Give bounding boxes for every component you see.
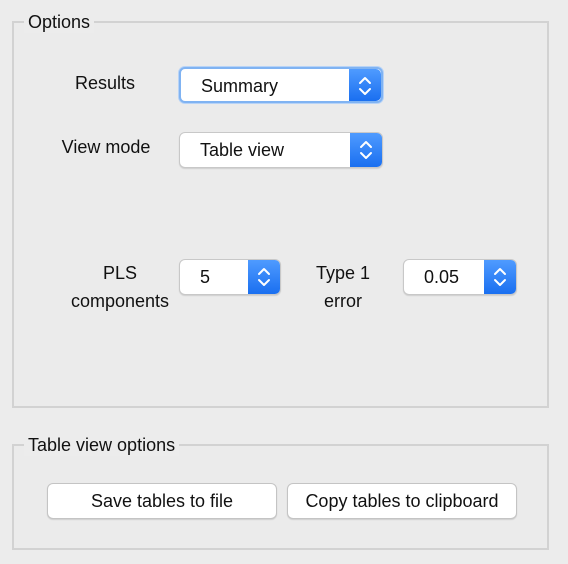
view-mode-popup[interactable]: Table view [179, 132, 383, 168]
pls-components-label-line1: PLS [102, 263, 138, 283]
pls-components-label-line2: components [70, 291, 170, 311]
results-popup-value: Summary [201, 76, 279, 96]
chevron-up-down-icon [360, 141, 372, 159]
results-label: Results [74, 73, 136, 93]
view-mode-popup-value: Table view [200, 140, 285, 160]
chevron-up-down-icon [359, 77, 371, 95]
view-mode-popup-stepper[interactable] [350, 133, 382, 167]
options-panel-title: Options [24, 11, 95, 33]
type1-error-label: Type 1 error [298, 261, 388, 313]
type1-error-label-line1: Type 1 [315, 263, 371, 283]
chevron-up-down-icon [494, 268, 506, 286]
table-view-options-title: Table view options [24, 434, 180, 456]
pls-components-popup-value: 5 [200, 267, 211, 287]
type1-error-popup[interactable]: 0.05 [403, 259, 517, 295]
chevron-up-down-icon [258, 268, 270, 286]
type1-error-label-line2: error [323, 291, 362, 311]
results-popup-stepper[interactable] [349, 69, 381, 101]
pls-components-label: PLS components [60, 261, 180, 313]
copy-tables-button[interactable]: Copy tables to clipboard [287, 483, 517, 519]
type1-error-popup-value: 0.05 [424, 267, 460, 287]
type1-error-popup-stepper[interactable] [484, 260, 516, 294]
results-popup[interactable]: Summary [179, 67, 383, 103]
pls-components-popup-stepper[interactable] [248, 260, 280, 294]
view-mode-label: View mode [61, 137, 151, 157]
pls-components-popup[interactable]: 5 [179, 259, 281, 295]
save-tables-button[interactable]: Save tables to file [47, 483, 277, 519]
